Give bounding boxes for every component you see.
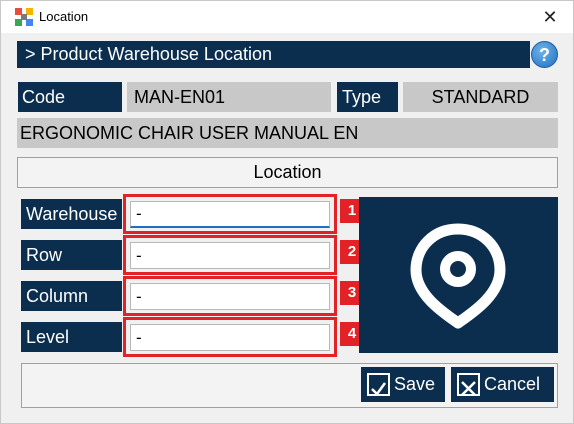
row-input[interactable]	[130, 242, 330, 269]
page-header: > Product Warehouse Location	[17, 41, 530, 68]
location-dialog: Location ✕ > Product Warehouse Location …	[0, 0, 574, 424]
row-label: Row	[21, 240, 122, 270]
column-input[interactable]	[130, 283, 330, 310]
close-icon[interactable]: ✕	[535, 3, 565, 31]
location-pin-icon	[410, 223, 506, 329]
type-label: Type	[337, 82, 398, 112]
warehouse-highlight	[123, 194, 337, 234]
row-highlight	[123, 235, 337, 275]
save-button-label: Save	[394, 374, 436, 394]
help-button[interactable]: ?	[531, 41, 558, 68]
checkmark-icon	[367, 373, 390, 396]
warehouse-input[interactable]	[130, 201, 330, 228]
cancel-button[interactable]: Cancel	[451, 367, 554, 402]
location-section-header: Location	[17, 157, 558, 188]
save-button[interactable]: Save	[361, 367, 445, 402]
level-label: Level	[21, 322, 122, 352]
title-bar: Location ✕	[1, 1, 573, 33]
app-logo-icon	[15, 8, 33, 26]
code-value: MAN-EN01	[127, 82, 331, 112]
warehouse-label: Warehouse	[21, 199, 122, 229]
level-highlight	[123, 317, 337, 357]
column-highlight	[123, 276, 337, 316]
location-pin-panel	[359, 197, 558, 353]
product-description: ERGONOMIC CHAIR USER MANUAL EN	[17, 118, 558, 148]
column-label: Column	[21, 281, 122, 311]
window-title: Location	[39, 9, 89, 24]
cancel-x-icon	[457, 373, 480, 396]
level-input[interactable]	[130, 324, 330, 351]
type-value: STANDARD	[403, 82, 558, 112]
cancel-button-label: Cancel	[484, 374, 541, 394]
code-label: Code	[18, 82, 122, 112]
